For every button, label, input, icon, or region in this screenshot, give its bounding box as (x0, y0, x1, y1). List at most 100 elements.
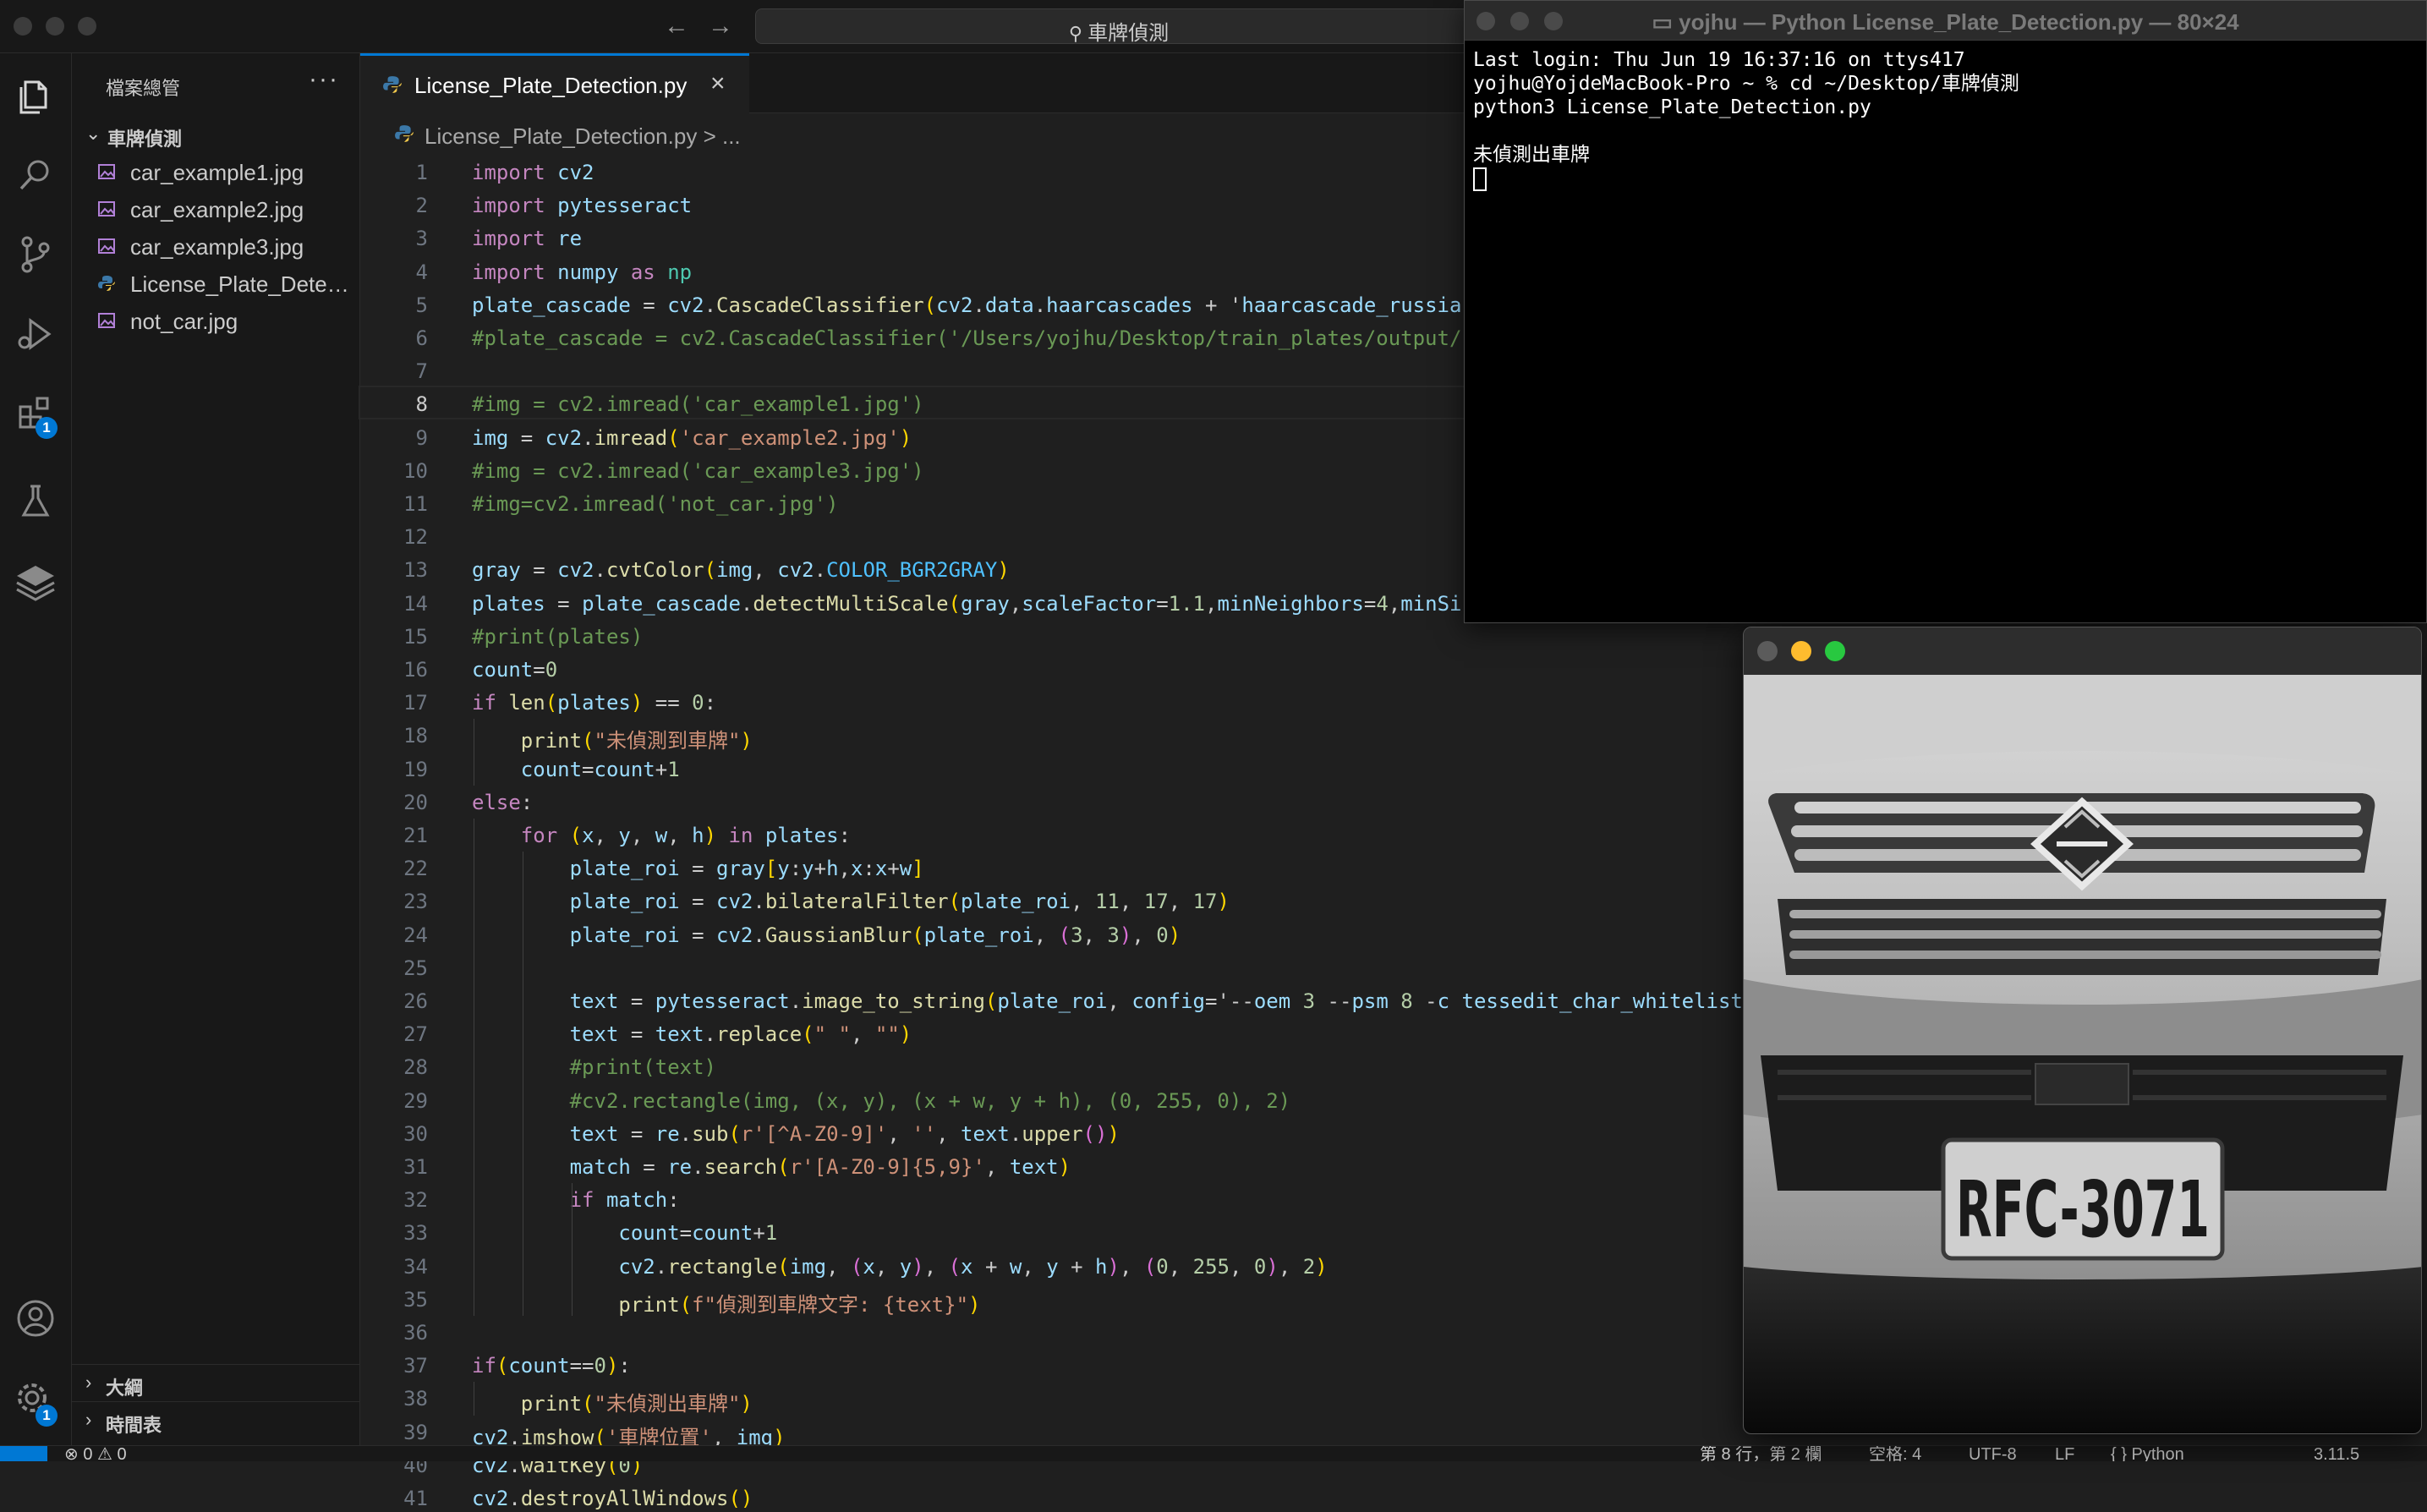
eol-status[interactable]: LF (2055, 1446, 2074, 1461)
line-number: 31 (403, 1155, 428, 1179)
back-arrow-icon[interactable]: ← (660, 10, 693, 42)
code-line[interactable]: 41 cv2.destroyAllWindows() (360, 1482, 2427, 1512)
code-text: import cv2 (472, 161, 594, 184)
image-file-icon (98, 313, 115, 328)
file-label: car_example3.jpg (130, 234, 304, 260)
terminal-line: Last login: Thu Jun 19 16:37:16 on ttys4… (1473, 49, 1965, 71)
line-number: 41 (403, 1487, 428, 1510)
terminal-title-bar: ▭ yojhu — Python License_Plate_Detection… (1465, 1, 2426, 41)
source-control-icon[interactable] (10, 229, 61, 280)
python-file-icon (383, 76, 402, 93)
folder-row[interactable]: ⌄ 車牌偵測 (72, 119, 359, 150)
line-number: 6 (415, 326, 428, 350)
code-text: #print(text) (472, 1055, 716, 1080)
file-item[interactable]: not_car.jpg (72, 304, 359, 337)
file-item[interactable]: License_Plate_Detection.py (72, 266, 359, 300)
line-number: 36 (403, 1321, 428, 1345)
timeline-label: 時間表 (106, 1415, 162, 1436)
code-text: text = re.sub(r'[^A-Z0-9]', '', text.upp… (569, 1121, 1120, 1146)
line-number: 30 (403, 1121, 428, 1146)
code-text: count=0 (472, 658, 558, 682)
extensions-badge: 1 (36, 417, 58, 439)
line-number: 13 (403, 558, 428, 583)
code-text: count=count+1 (520, 757, 680, 781)
timeline-section[interactable]: › 時間表 (72, 1401, 359, 1438)
line-number: 20 (403, 790, 428, 814)
code-text: img = cv2.imread('car_example2.jpg') (472, 425, 912, 450)
outline-section[interactable]: › 大綱 (72, 1364, 359, 1400)
file-label: License_Plate_Detection.py (130, 271, 357, 297)
explorer-title: 檔案總管 (106, 78, 181, 99)
folder-icon: ▭ (1652, 9, 1679, 35)
run-debug-icon[interactable] (10, 309, 61, 359)
terminal-output: Last login: Thu Jun 19 16:37:16 on ttys4… (1473, 48, 2019, 191)
code-text: if len(plates) == 0: (472, 691, 717, 715)
code-text: cv2.destroyAllWindows() (472, 1487, 753, 1510)
account-icon[interactable] (10, 1293, 61, 1344)
window-zoom-button[interactable] (78, 17, 96, 36)
settings-gear-icon[interactable]: 1 (10, 1372, 61, 1427)
line-number: 15 (403, 624, 428, 649)
search-icon[interactable] (10, 150, 61, 200)
code-text: import re (472, 227, 583, 251)
tab-license-plate-detection[interactable]: License_Plate_Detection.py × (360, 53, 749, 113)
layers-icon[interactable] (10, 556, 61, 606)
forward-arrow-icon[interactable]: → (704, 10, 737, 42)
window-minimize-button[interactable] (1791, 641, 1811, 661)
window-close-button[interactable] (14, 17, 32, 36)
tab-label: License_Plate_Detection.py (414, 73, 688, 98)
code-text: if(count==0): (472, 1354, 631, 1378)
image-preview-window[interactable]: RFC-3071 (1743, 627, 2422, 1434)
code-text: print(f"偵測到車牌文字: {text}") (618, 1292, 981, 1317)
line-number: 28 (403, 1055, 428, 1080)
encoding-status[interactable]: UTF-8 (1969, 1446, 2017, 1461)
file-item[interactable]: car_example1.jpg (72, 155, 359, 189)
code-text: import pytesseract (472, 194, 693, 218)
chevron-right-icon: › (85, 1409, 92, 1430)
window-close-button[interactable] (1757, 641, 1778, 661)
line-number: 12 (403, 525, 428, 550)
line-number: 29 (403, 1088, 428, 1113)
code-text: plates = plate_cascade.detectMultiScale(… (472, 591, 1462, 616)
file-item[interactable]: car_example3.jpg (72, 229, 359, 263)
window-zoom-button[interactable] (1825, 641, 1845, 661)
line-number: 5 (415, 293, 428, 317)
command-center-search[interactable]: ⚲ 車牌偵測 (755, 8, 1482, 45)
testing-icon[interactable] (10, 476, 61, 527)
image-file-icon (98, 201, 115, 216)
code-text: #img = cv2.imread('car_example1.jpg') (472, 392, 924, 417)
indentation-status[interactable]: 空格: 4 (1869, 1446, 1921, 1461)
line-number: 34 (403, 1254, 428, 1279)
window-minimize-button[interactable] (46, 17, 64, 36)
close-icon[interactable]: × (710, 69, 726, 98)
code-text: #img=cv2.imread('not_car.jpg') (472, 492, 839, 516)
line-number: 23 (403, 890, 428, 914)
terminal-window[interactable]: ▭ yojhu — Python License_Plate_Detection… (1464, 0, 2427, 623)
breadcrumb-file[interactable]: License_Plate_Detection.py (425, 123, 697, 149)
terminal-line: yojhu@YojdeMacBook-Pro ~ % cd ~/Desktop/… (1473, 73, 2019, 95)
breadcrumb-item[interactable]: License_Plate_Detection.py > ... (425, 123, 741, 150)
line-number: 8 (415, 392, 428, 417)
more-actions-button[interactable]: ··· (309, 65, 339, 94)
remote-indicator[interactable] (0, 1446, 47, 1461)
code-text: plate_roi = cv2.bilateralFilter(plate_ro… (569, 890, 1230, 914)
language-mode[interactable]: { } Python (2111, 1446, 2184, 1461)
breadcrumb-symbol[interactable]: > ... (704, 123, 741, 149)
line-number: 2 (415, 194, 428, 218)
image-window-title-bar (1744, 627, 2421, 675)
extensions-icon[interactable]: 1 (10, 388, 61, 439)
explorer-icon[interactable] (10, 70, 61, 121)
line-number: 24 (403, 923, 428, 947)
settings-badge: 1 (36, 1405, 58, 1427)
cursor-position[interactable]: 第 8 行，第 2 欄 (1700, 1446, 1822, 1461)
python-version[interactable]: 3.11.5 (2314, 1446, 2359, 1461)
search-icon: ⚲ (1068, 23, 1088, 44)
line-number: 14 (403, 591, 428, 616)
file-item[interactable]: car_example2.jpg (72, 192, 359, 226)
code-text: else: (472, 790, 534, 814)
line-number: 38 (403, 1387, 428, 1411)
line-number: 16 (403, 658, 428, 682)
problems-status[interactable]: ⊗ 0 ⚠ 0 (64, 1446, 127, 1461)
code-text: text = pytesseract.image_to_string(plate… (569, 989, 1743, 1013)
